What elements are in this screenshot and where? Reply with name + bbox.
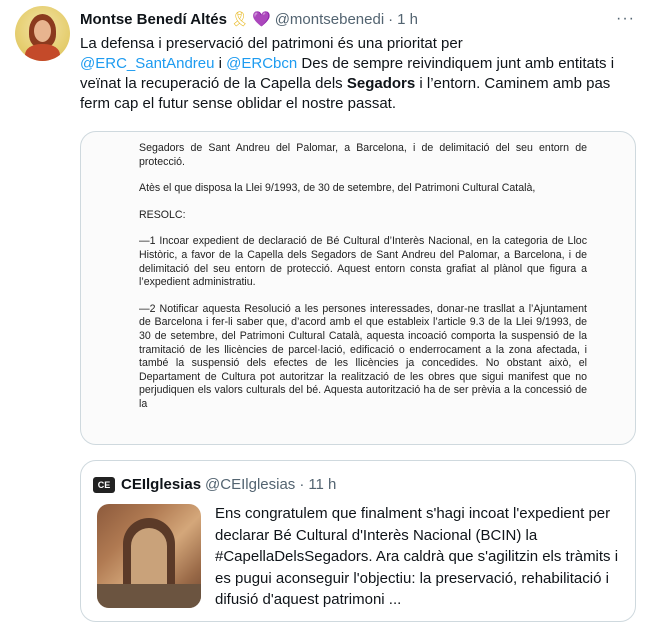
chapel-arch-opening [131,528,167,588]
tweet-text-line1: La defensa i preservació del patrimoni é… [80,35,463,52]
author-name[interactable]: Montse Benedí Altés [80,11,227,28]
document-scan: Segadors de Sant Andreu del Palomar, a B… [139,142,587,412]
heart-icon: 💜 [252,11,271,28]
doc-paragraph-5: —2 Notificar aquesta Resolució a les per… [139,302,587,410]
mention-erc-santandreu[interactable]: @ERC_SantAndreu [80,55,214,72]
quoted-tweet-image [97,504,201,608]
chapel-floor [97,584,201,608]
doc-paragraph-4: —1 Incoar expedient de declaració de Bé … [139,235,587,289]
tweet-timestamp[interactable]: 1 h [397,11,418,28]
doc-paragraph-2: Atès el que disposa la Llei 9/1993, de 3… [139,182,536,195]
quoted-author-handle: @CEIlglesias [205,476,296,493]
separator-dot: · [299,476,305,493]
tweet-text-conj: i [214,55,227,72]
author-avatar[interactable] [15,6,70,61]
tweet-media-image[interactable]: Segadors de Sant Andreu del Palomar, a B… [80,131,636,445]
doc-paragraph-3: RESOLC: [139,208,186,221]
quoted-tweet-text: Ens congratulem que finalment s'hagi inc… [215,505,619,608]
quoted-tweet-timestamp: 11 h [308,476,337,493]
tweet-header: Montse Benedí Altés 🎗 💜 @montsebenedi · … [80,9,418,29]
highlighted-word: Segadors [346,75,416,92]
doc-paragraph-1: Segadors de Sant Andreu del Palomar, a B… [139,142,587,168]
quoted-tweet-header: CE CEIlglesias @CEIlglesias · 11 h [93,476,336,493]
avatar-face [34,20,51,42]
quoted-author-name: CEIlglesias [121,476,202,493]
author-handle[interactable]: @montsebenedi [275,11,384,28]
mention-ercbcn[interactable]: @ERCbcn [226,55,297,72]
more-options-icon[interactable]: ··· [616,10,635,28]
avatar-body [25,44,60,61]
quoted-author-avatar: CE [93,476,115,493]
separator-dot: · [388,10,394,28]
tweet-text: La defensa i preservació del patrimoni é… [80,34,635,114]
quoted-tweet[interactable]: CE CEIlglesias @CEIlglesias · 11 h Ens c… [80,460,636,622]
tweet[interactable]: Montse Benedí Altés 🎗 💜 @montsebenedi · … [0,0,653,624]
ribbon-icon: 🎗 [229,11,250,28]
